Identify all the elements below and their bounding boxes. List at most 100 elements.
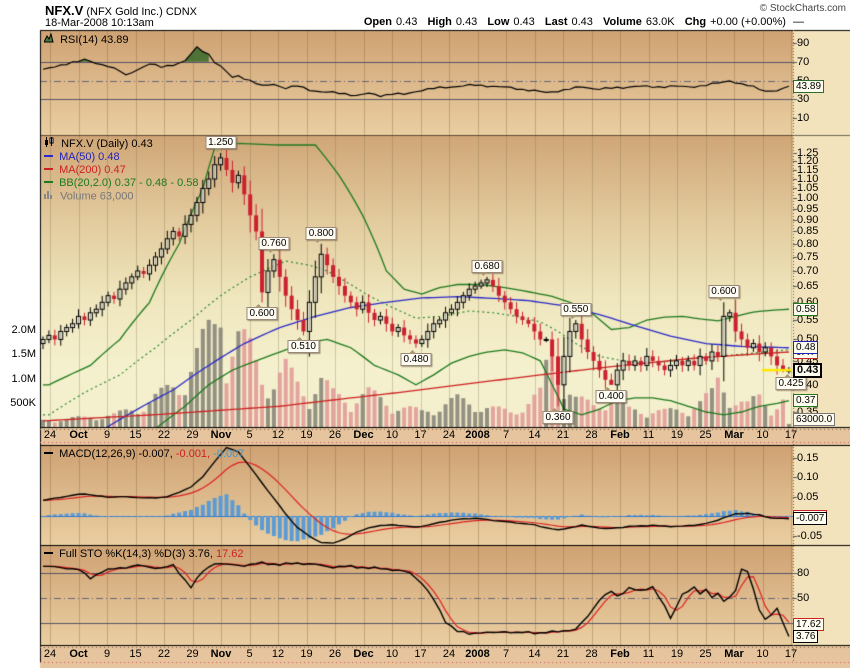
- date-label: Nov: [211, 649, 232, 660]
- price-legend: NFX.V (Daily) 0.43 MA(50) 0.48 MA(200) 0…: [44, 137, 198, 203]
- date-label: 24: [443, 430, 455, 441]
- sto-line-icon: [44, 552, 53, 554]
- ma200-legend-row: MA(200) 0.47: [44, 164, 198, 177]
- date-label: 24: [44, 649, 56, 660]
- macd-legend: MACD(12,26,9) -0.007, -0.001, -0.007: [44, 448, 244, 461]
- rsi-axis-tick: 70: [797, 57, 809, 68]
- date-label: 14: [528, 430, 540, 441]
- bb-legend-row: BB(20,2.0) 0.37 - 0.48 - 0.58: [44, 177, 198, 190]
- date-label: 24: [443, 649, 455, 660]
- bb-legend-label: BB(20,2.0) 0.37 - 0.48 - 0.58: [59, 177, 198, 189]
- ma50-line-icon: [44, 155, 53, 157]
- macd-legend-name: MACD(12,26,9): [59, 448, 135, 460]
- date-label: 21: [557, 649, 569, 660]
- date-label: 17: [414, 430, 426, 441]
- price-annotation: 0.800: [306, 227, 337, 240]
- date-label: 19: [300, 430, 312, 441]
- date-label: 12: [272, 649, 284, 660]
- sto-legend-name: Full STO %K(14,3) %D(3): [59, 548, 185, 560]
- date-label: 17: [785, 649, 797, 660]
- date-label: 12: [272, 430, 284, 441]
- price-axis-tick: 0.55: [797, 315, 818, 326]
- date-label: Dec: [353, 430, 373, 441]
- date-label: 10: [756, 430, 768, 441]
- date-label: Oct: [69, 649, 87, 660]
- volume-bars-icon: [44, 190, 54, 203]
- price-axis-tick: 0.90: [797, 215, 818, 226]
- sto-axis-tick: 80: [797, 568, 809, 579]
- macd-axis-tick: 0.10: [797, 472, 818, 483]
- date-label: 5: [246, 649, 252, 660]
- date-label: 11: [643, 649, 654, 660]
- rsi-axis-tick: 30: [797, 94, 809, 105]
- macd-value-hist: -0.007: [213, 448, 244, 460]
- date-label: Feb: [610, 430, 630, 441]
- date-label: 25: [699, 649, 711, 660]
- macd-value-callout: -0.007: [793, 512, 827, 525]
- volume-legend-row: Volume 63,000: [44, 190, 198, 203]
- sto-legend: Full STO %K(14,3) %D(3) 3.76, 17.62: [44, 548, 244, 561]
- price-axis-tick: 0.65: [797, 281, 818, 292]
- price-value-callout: 0.43: [793, 363, 822, 378]
- price-axis-tick: 0.75: [797, 252, 818, 263]
- rsi-value-callout: 43.89: [793, 80, 824, 93]
- volume-axis-tick: 500K: [0, 398, 36, 409]
- price-legend-title: NFX.V (Daily) 0.43: [61, 138, 153, 150]
- volume-axis-tick: 1.0M: [0, 374, 36, 385]
- date-label: Nov: [211, 430, 232, 441]
- volume-legend-label: Volume 63,000: [60, 190, 133, 202]
- macd-value-line: -0.007,: [139, 448, 173, 460]
- date-label: Dec: [353, 649, 373, 660]
- date-label: 14: [528, 649, 540, 660]
- price-annotation: 0.550: [560, 303, 591, 316]
- ma200-line-icon: [44, 168, 53, 170]
- volume-axis-tick: 2.0M: [0, 325, 36, 336]
- date-label: 2008: [465, 430, 489, 441]
- date-label: 22: [158, 430, 170, 441]
- date-label: 21: [557, 430, 569, 441]
- rsi-axis-tick: 90: [797, 38, 809, 49]
- macd-value-signal: -0.001,: [176, 448, 210, 460]
- ma50-legend-row: MA(50) 0.48: [44, 151, 198, 164]
- price-annotation: 0.680: [471, 260, 502, 273]
- price-annotation: 0.510: [288, 340, 319, 353]
- price-annotation: 0.600: [247, 307, 278, 320]
- price-annotation: 0.425: [775, 377, 806, 390]
- date-label: 29: [186, 649, 198, 660]
- bb-line-icon: [44, 181, 53, 183]
- date-label: 7: [503, 649, 509, 660]
- price-annotation: 0.760: [258, 237, 289, 250]
- date-label: 25: [699, 430, 711, 441]
- date-label: 29: [186, 430, 198, 441]
- ma50-legend-label: MA(50) 0.48: [59, 151, 120, 163]
- date-label: Mar: [724, 430, 744, 441]
- date-label: 19: [671, 430, 683, 441]
- rsi-legend: RSI(14) 43.89: [44, 33, 129, 47]
- volume-last-callout: 63000.0: [793, 413, 835, 426]
- date-label: 5: [246, 430, 252, 441]
- price-legend-title-row: NFX.V (Daily) 0.43: [44, 137, 198, 151]
- price-axis-tick: 0.85: [797, 226, 818, 237]
- date-label: 15: [129, 649, 141, 660]
- date-label: Oct: [69, 430, 87, 441]
- sto-value-k: 3.76,: [188, 548, 212, 560]
- price-annotation: 1.250: [205, 136, 236, 149]
- chart-overlay: 1.251.201.151.101.051.000.950.900.850.80…: [0, 0, 850, 668]
- date-label: Mar: [724, 649, 744, 660]
- date-label: 17: [785, 430, 797, 441]
- date-label: 7: [503, 430, 509, 441]
- sto-value-callout: 3.76: [793, 630, 818, 643]
- macd-line-icon: [44, 452, 53, 454]
- stockcharts-page: NFX.V (NFX Gold Inc.) CDNX © StockCharts…: [0, 0, 850, 668]
- price-annotation: 0.400: [596, 390, 627, 403]
- date-label: 15: [129, 430, 141, 441]
- date-label: 10: [386, 649, 398, 660]
- price-annotation: 0.360: [543, 411, 574, 424]
- price-annotation: 0.480: [400, 353, 431, 366]
- price-axis-tick: 0.80: [797, 239, 818, 250]
- date-label: 9: [104, 649, 110, 660]
- date-label: 17: [414, 649, 426, 660]
- price-value-callout: 0.48: [793, 341, 818, 354]
- date-label: 11: [643, 430, 654, 441]
- date-label: 10: [756, 649, 768, 660]
